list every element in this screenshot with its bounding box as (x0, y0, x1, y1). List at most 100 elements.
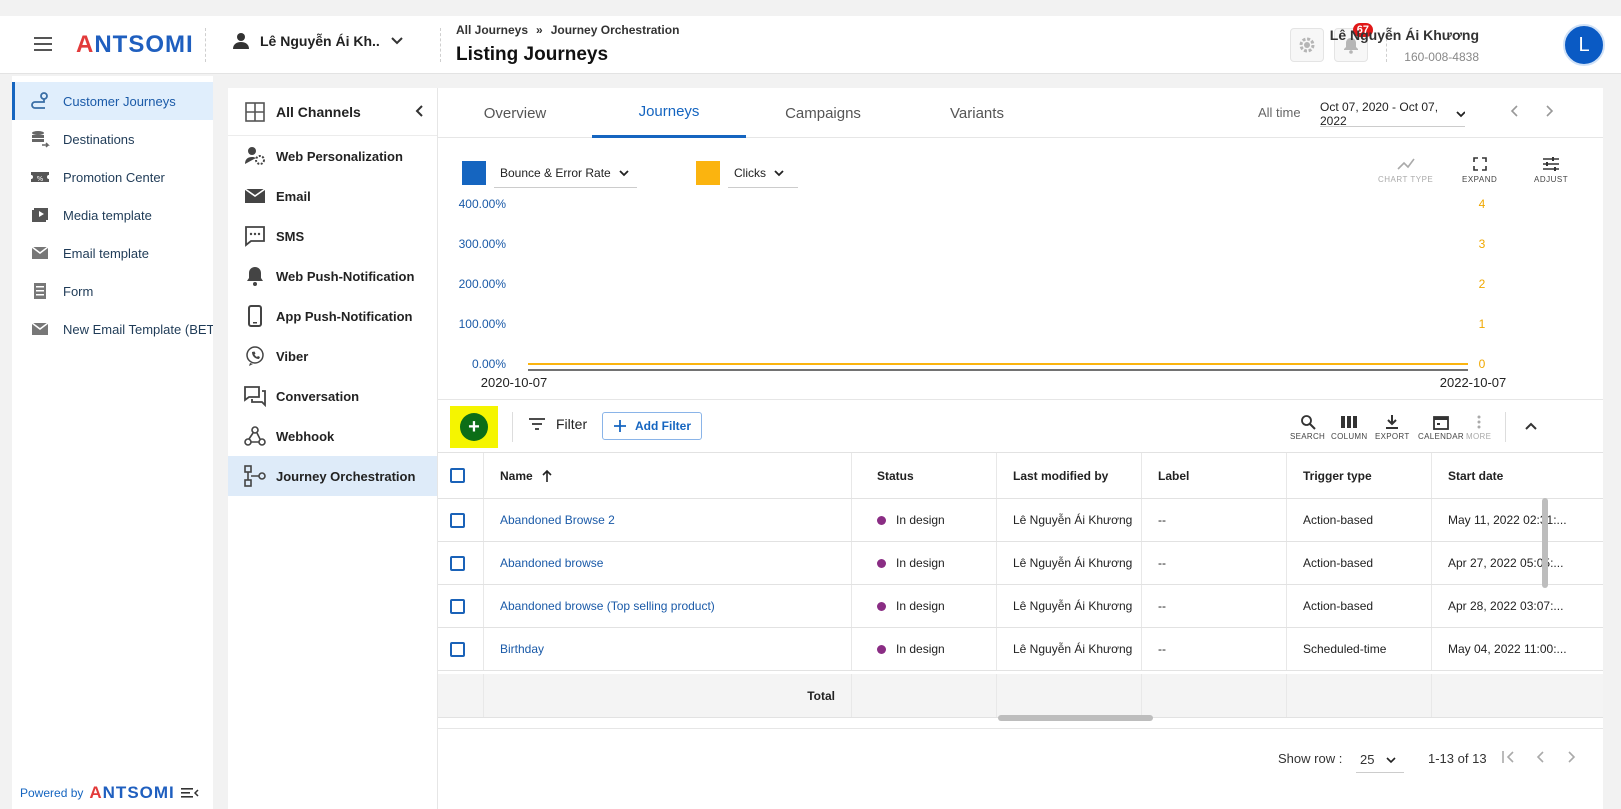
chevron-right-icon[interactable] (1542, 103, 1556, 119)
channel-label: Conversation (276, 388, 360, 404)
column-button[interactable]: COLUMN (1331, 414, 1367, 441)
sidebar-item-new-email-template[interactable]: New Email Template (BETA) (12, 310, 213, 348)
row-checkbox[interactable] (450, 512, 465, 528)
channel-label: Web Personalization (276, 148, 403, 164)
collapse-sidebar-icon[interactable] (180, 786, 199, 800)
channel-webhook[interactable]: Webhook (228, 416, 437, 456)
sidebar-item-destinations[interactable]: Destinations (12, 120, 213, 158)
date-range-value: Oct 07, 2020 - Oct 07, 2022 (1320, 99, 1439, 128)
hamburger-menu-icon[interactable] (32, 34, 54, 54)
chevron-left-icon[interactable] (413, 104, 425, 118)
header-divider (205, 28, 206, 62)
logo-text: ANTSOMI (76, 31, 194, 58)
metric-secondary: Clicks (696, 158, 798, 188)
tab-journeys[interactable]: Journeys (592, 88, 746, 138)
row-checkbox[interactable] (450, 598, 465, 614)
sidebar-item-customer-journeys[interactable]: Customer Journeys (12, 82, 213, 120)
column-header-name[interactable]: Name (484, 453, 852, 498)
date-range-selector[interactable]: Oct 07, 2020 - Oct 07, 2022 (1320, 99, 1465, 128)
antsomi-logo[interactable]: ANTSOMI (76, 31, 194, 59)
select-all-checkbox[interactable] (450, 468, 465, 483)
select-all-cell (438, 453, 484, 498)
column-header-start-date[interactable]: Start date (1432, 453, 1603, 498)
channel-conversation[interactable]: Conversation (228, 376, 437, 416)
row-checkbox[interactable] (450, 641, 465, 657)
sidebar-item-label: Media template (63, 207, 152, 223)
chart-type-label: CHART TYPE (1378, 175, 1434, 184)
expand-icon (1472, 157, 1487, 171)
column-header-trigger-type[interactable]: Trigger type (1287, 453, 1432, 498)
channel-app-push[interactable]: App Push-Notification (228, 296, 437, 336)
channel-web-personalization[interactable]: Web Personalization (228, 136, 437, 176)
sidebar-item-media-template[interactable]: Media template (12, 196, 213, 234)
channel-web-push[interactable]: Web Push-Notification (228, 256, 437, 296)
breadcrumb-all-journeys[interactable]: All Journeys (456, 23, 528, 37)
adjust-button[interactable]: ADJUST (1534, 156, 1568, 184)
vertical-scrollbar[interactable] (1542, 498, 1548, 588)
chevron-down-icon (774, 169, 784, 176)
export-button[interactable]: EXPORT (1375, 414, 1410, 441)
portal-name: Lê Nguyễn Ái Kh... (260, 33, 380, 49)
all-channels-header[interactable]: All Channels (228, 88, 437, 136)
column-icon (1341, 416, 1358, 428)
breadcrumb-journey-orchestration[interactable]: Journey Orchestration (551, 23, 680, 37)
filter-button[interactable]: Filter (528, 416, 587, 432)
avatar[interactable]: L (1563, 24, 1605, 66)
y-left-tick-label: 0.00% (472, 357, 506, 371)
email-icon (244, 185, 266, 207)
tab-overview[interactable]: Overview (438, 88, 592, 138)
column-header-last-modified[interactable]: Last modified by (997, 453, 1142, 498)
horizontal-scrollbar[interactable] (998, 715, 1153, 721)
row-checkbox[interactable] (450, 555, 465, 571)
x-tick-label: 2020-10-07 (481, 375, 548, 390)
y-right-tick-label: 4 (1479, 198, 1486, 211)
search-button[interactable]: SEARCH (1290, 414, 1325, 441)
total-empty-cell (997, 674, 1142, 717)
metric-primary-selector[interactable]: Bounce & Error Rate (494, 158, 637, 188)
journey-name-link[interactable]: Abandoned browse (Top selling product) (500, 599, 715, 613)
portal-selector[interactable]: Lê Nguyễn Ái Kh... (232, 32, 404, 50)
add-journey-button[interactable]: + (450, 406, 498, 448)
previous-page-icon[interactable] (1532, 749, 1548, 765)
column-header-label[interactable]: Label (1142, 453, 1287, 498)
next-page-icon[interactable] (1564, 749, 1580, 765)
total-empty-cell (1287, 674, 1432, 717)
rows-per-page-select[interactable]: 25 (1356, 747, 1404, 773)
svg-text:%: % (37, 175, 44, 183)
metric-secondary-selector[interactable]: Clicks (728, 158, 798, 188)
tab-variants[interactable]: Variants (900, 88, 1054, 138)
chevron-left-icon[interactable] (1508, 103, 1522, 119)
first-page-icon[interactable] (1500, 749, 1516, 765)
y-right-tick-label: 1 (1479, 317, 1486, 331)
channel-sms[interactable]: SMS (228, 216, 437, 256)
more-button[interactable]: MORE (1466, 414, 1491, 441)
page-range: 1-13 of 13 (1428, 751, 1487, 766)
channel-email[interactable]: Email (228, 176, 437, 216)
calendar-button[interactable]: CALENDAR (1418, 414, 1464, 441)
journey-name-link[interactable]: Birthday (500, 642, 544, 656)
total-empty-cell (438, 674, 484, 717)
label-cell: -- (1142, 628, 1287, 670)
column-header-status[interactable]: Status (852, 453, 997, 498)
row-checkbox-cell (438, 628, 484, 670)
expand-button[interactable]: EXPAND (1462, 156, 1497, 184)
sidebar-item-label: Form (63, 283, 94, 299)
sidebar-item-promotion-center[interactable]: % Promotion Center (12, 158, 213, 196)
sidebar-item-email-template[interactable]: Email template (12, 234, 213, 272)
journey-name-link[interactable]: Abandoned browse (500, 556, 603, 570)
sidebar-item-form[interactable]: Form (12, 272, 213, 310)
status-dot (877, 644, 886, 654)
plus-icon (614, 420, 626, 432)
settings-button[interactable] (1290, 28, 1324, 62)
chart-type-button[interactable]: CHART TYPE (1378, 156, 1433, 184)
tab-campaigns[interactable]: Campaigns (746, 88, 900, 138)
modified-by-cell: Lê Nguyễn Ái Khương (997, 628, 1142, 670)
x-tick-label: 2022-10-07 (1440, 375, 1507, 390)
channel-journey-orchestration[interactable]: Journey Orchestration (228, 456, 437, 496)
chevron-up-icon[interactable] (1524, 420, 1538, 432)
journey-name-link[interactable]: Abandoned Browse 2 (500, 513, 615, 527)
status-text: In design (896, 513, 945, 527)
channel-viber[interactable]: Viber (228, 336, 437, 376)
add-filter-button[interactable]: Add Filter (602, 412, 702, 440)
calendar-label: CALENDAR (1418, 432, 1464, 441)
